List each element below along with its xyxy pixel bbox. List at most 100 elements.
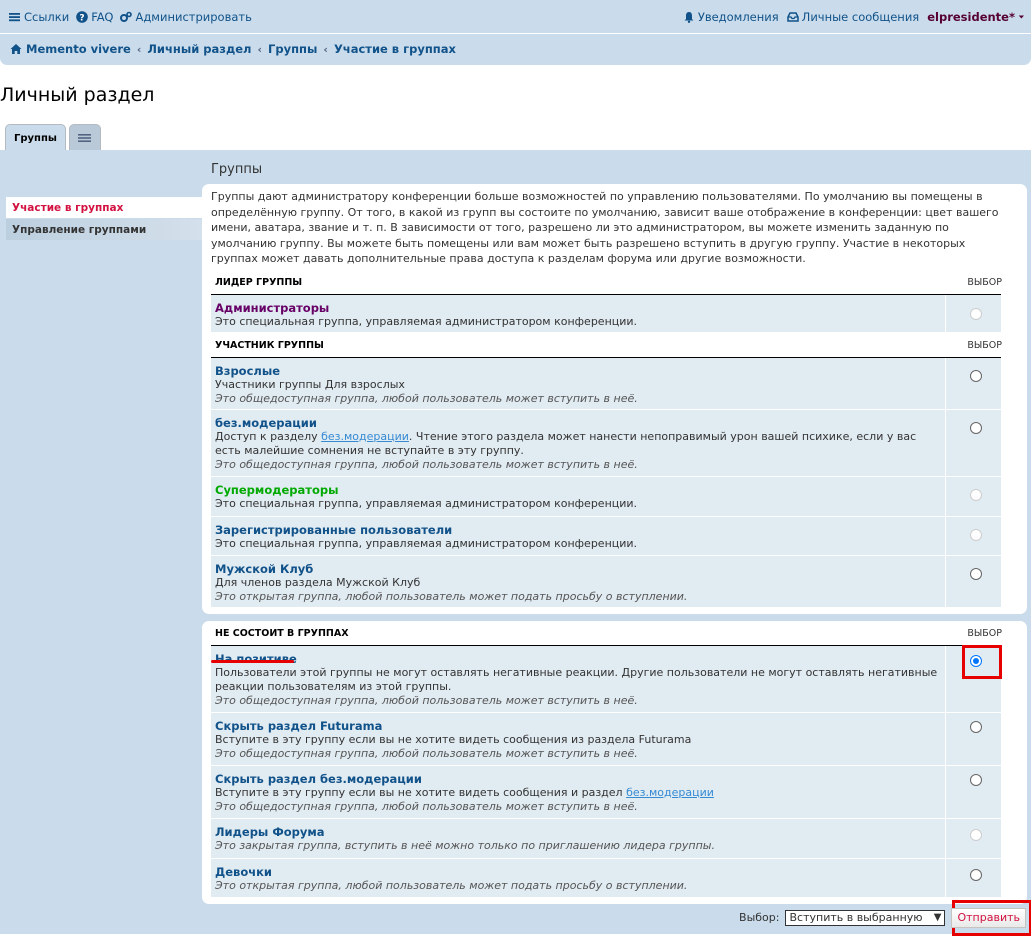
tab-menu[interactable] xyxy=(68,124,101,150)
group-note: Это открытая группа, любой пользователь … xyxy=(215,590,688,603)
group-row: Девочки Это открытая группа, любой польз… xyxy=(211,859,1001,898)
group-desc: Доступ к разделу без.модерации. Чтение э… xyxy=(215,430,945,458)
side-item-membership[interactable]: Участие в группах xyxy=(6,197,202,218)
group-radio[interactable] xyxy=(970,568,982,580)
breadcrumb-groups[interactable]: Группы xyxy=(268,42,317,56)
user-menu[interactable]: elpresidente* xyxy=(927,10,1027,24)
notifications-link[interactable]: Уведомления xyxy=(683,10,779,24)
side-item-manage[interactable]: Управление группами xyxy=(6,219,202,240)
links-label: Ссылки xyxy=(24,10,70,24)
group-row: На позитиве Пользователи этой группы не … xyxy=(211,646,1001,713)
notifications-label: Уведомления xyxy=(697,10,779,24)
group-radio[interactable] xyxy=(970,774,982,786)
navbar: Ссылки ? FAQ Администрировать Уведомлени… xyxy=(0,0,1031,65)
messages-label: Личные сообщения xyxy=(801,10,920,24)
group-desc: Вступите в эту группу если вы не хотите … xyxy=(215,786,945,800)
forum-link[interactable]: без.модерации xyxy=(626,786,714,799)
group-name[interactable]: Зарегистрированные пользователи xyxy=(215,523,945,537)
page-title: Личный раздел xyxy=(0,84,155,106)
group-note: Это общедоступная группа, любой пользова… xyxy=(215,392,638,405)
forum-link[interactable]: без.модерации xyxy=(321,430,409,443)
inbox-icon xyxy=(786,12,799,22)
group-row: без.модерации Доступ к разделу без.модер… xyxy=(211,410,1001,477)
group-desc: Для членов раздела Мужской Клуб xyxy=(215,576,421,589)
hamburger-icon xyxy=(78,133,92,142)
group-row: Супермодераторы Это специальная группа, … xyxy=(211,477,1001,517)
group-note: Это общедоступная группа, любой пользова… xyxy=(215,694,638,707)
group-note: Это открытая группа, любой пользователь … xyxy=(215,879,688,892)
group-desc-text: Вступите в эту группу если вы не хотите … xyxy=(215,786,627,799)
breadcrumb: Memento vivere ‹ Личный раздел ‹ Группы … xyxy=(10,42,456,56)
group-name[interactable]: На позитиве xyxy=(215,652,945,666)
group-desc: Это специальная группа, управляемая адми… xyxy=(215,315,638,328)
section-title: Группы xyxy=(211,162,263,177)
groups-panel: Группы дают администратору конференции б… xyxy=(202,184,1027,614)
action-select[interactable]: Вступить в выбранную ▼ xyxy=(785,909,946,926)
question-icon: ? xyxy=(76,11,89,23)
group-name[interactable]: Взрослые xyxy=(215,364,945,378)
home-icon xyxy=(10,44,22,54)
select-col-label: ВЫБОР xyxy=(967,277,1002,288)
chevron-left-icon: ‹ xyxy=(323,42,328,56)
messages-link[interactable]: Личные сообщения xyxy=(786,10,920,24)
group-row: Мужской Клуб Для членов раздела Мужской … xyxy=(211,556,1001,608)
group-name[interactable]: без.модерации xyxy=(215,416,945,430)
member-header: УЧАСТНИК ГРУППЫ ВЫБОР xyxy=(211,335,1002,358)
group-note: Это общедоступная группа, любой пользова… xyxy=(215,800,638,813)
group-name[interactable]: Девочки xyxy=(215,865,945,879)
group-radio[interactable] xyxy=(970,829,982,841)
tab-bar: Группы xyxy=(5,124,101,151)
group-row: Взрослые Участники группы Для взрослых Э… xyxy=(211,358,1001,410)
chevron-left-icon: ‹ xyxy=(136,42,142,56)
chevron-left-icon: ‹ xyxy=(257,42,263,56)
group-desc: Это специальная группа, управляемая адми… xyxy=(215,537,638,550)
chevron-down-icon: ▼ xyxy=(933,912,942,923)
highlight-box-radio xyxy=(962,645,1002,679)
admin-link[interactable]: Администрировать xyxy=(120,10,252,24)
group-radio[interactable] xyxy=(970,370,982,382)
group-row: Скрыть раздел Futurama Вступите в эту гр… xyxy=(211,713,1001,766)
group-radio[interactable] xyxy=(970,422,982,434)
group-note: Это закрытая группа, вступить в неё можн… xyxy=(215,839,715,852)
intro-text: Группы дают администратору конференции б… xyxy=(211,190,999,265)
links-menu[interactable]: Ссылки xyxy=(9,10,69,24)
group-desc: Это специальная группа, управляемая адми… xyxy=(215,497,638,510)
group-name[interactable]: Лидеры Форума xyxy=(215,825,945,839)
submit-button[interactable]: Отправить xyxy=(951,907,1026,928)
group-radio[interactable] xyxy=(970,308,982,320)
gears-icon xyxy=(120,11,133,22)
faq-label: FAQ xyxy=(91,10,114,24)
leader-header-label: ЛИДЕР ГРУППЫ xyxy=(215,277,303,288)
group-desc-text: Доступ к разделу xyxy=(215,430,322,443)
breadcrumb-ucp[interactable]: Личный раздел xyxy=(147,42,251,56)
group-radio[interactable] xyxy=(970,721,982,733)
tab-groups-label: Группы xyxy=(14,132,57,144)
tab-groups[interactable]: Группы xyxy=(5,124,66,151)
select-col-label: ВЫБОР xyxy=(967,340,1002,351)
group-note: Это общедоступная группа, любой пользова… xyxy=(215,747,638,760)
action-bar: Выбор: Вступить в выбранную ▼ Отправить xyxy=(739,905,1026,930)
faq-link[interactable]: ? FAQ xyxy=(76,10,113,24)
group-name[interactable]: Супермодераторы xyxy=(215,483,945,497)
group-desc: Участники группы Для взрослых xyxy=(215,378,405,391)
breadcrumb-membership[interactable]: Участие в группах xyxy=(334,42,456,56)
group-radio[interactable] xyxy=(970,529,982,541)
breadcrumb-home[interactable]: Memento vivere xyxy=(26,42,131,56)
bell-icon xyxy=(684,12,694,23)
svg-text:?: ? xyxy=(80,13,85,23)
nonmember-header-label: НЕ СОСТОИТ В ГРУППАХ xyxy=(215,628,349,639)
group-name[interactable]: Скрыть раздел Futurama xyxy=(215,719,945,733)
navbar-divider xyxy=(0,33,1031,34)
group-note: Это общедоступная группа, любой пользова… xyxy=(215,458,638,471)
action-select-value: Вступить в выбранную xyxy=(789,911,923,924)
group-desc: Вступите в эту группу если вы не хотите … xyxy=(215,733,692,746)
group-name[interactable]: Мужской Клуб xyxy=(215,562,945,576)
group-name[interactable]: Скрыть раздел без.модерации xyxy=(215,772,945,786)
group-row: Зарегистрированные пользователи Это спец… xyxy=(211,517,1001,556)
group-row: Лидеры Форума Это закрытая группа, вступ… xyxy=(211,819,1001,859)
member-header-label: УЧАСТНИК ГРУППЫ xyxy=(215,340,324,351)
group-radio[interactable] xyxy=(970,489,982,501)
group-name[interactable]: Администраторы xyxy=(215,301,945,315)
group-radio[interactable] xyxy=(970,869,982,881)
nonmember-panel: НЕ СОСТОИТ В ГРУППАХ ВЫБОР На позитиве П… xyxy=(202,621,1027,904)
